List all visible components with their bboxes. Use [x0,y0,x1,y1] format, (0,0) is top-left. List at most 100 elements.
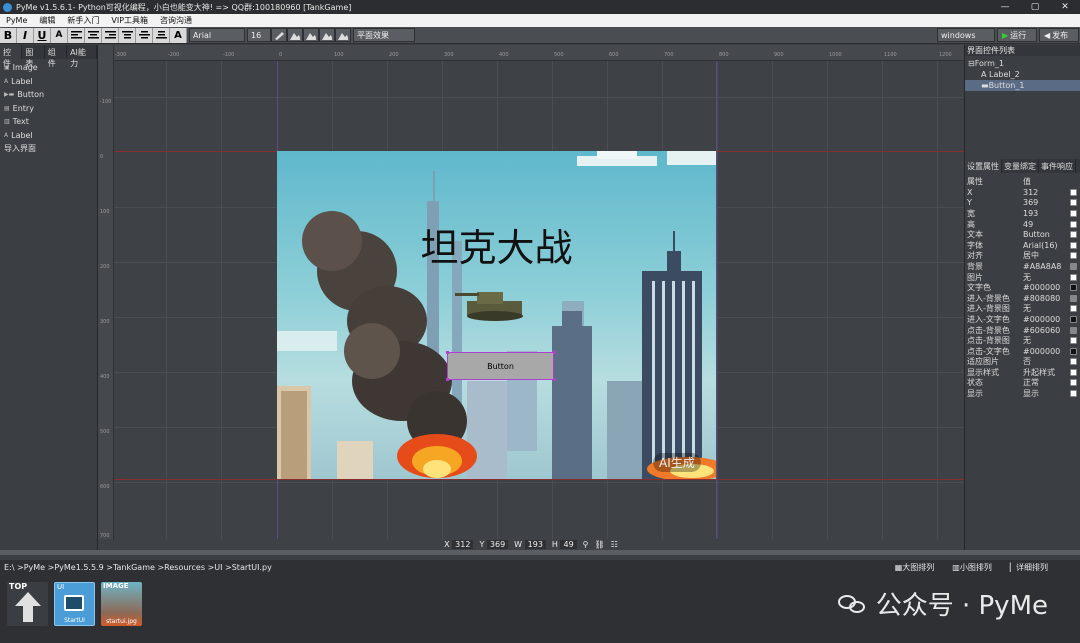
tab-charts[interactable]: 图表 [22,45,45,68]
edit-icon[interactable] [1070,231,1077,239]
color-swatch-icon[interactable] [1070,284,1077,292]
color-swatch-icon[interactable] [1070,347,1077,355]
property-row[interactable]: 高 49 [965,219,1080,230]
property-row[interactable]: 进入-文字色 #000000 [965,314,1080,325]
resize-handle[interactable] [553,351,556,354]
dropdown-icon[interactable] [1070,252,1077,260]
add-icon[interactable] [1070,305,1077,313]
publish-button[interactable]: ◀ 发布 [1039,28,1079,42]
menu-vip-tools[interactable]: VIP工具箱 [105,15,154,26]
property-row[interactable]: 点击-背景色 #606060 [965,325,1080,336]
property-row[interactable]: 背景 #A8A8A8 [965,261,1080,272]
property-row[interactable]: Y 369 [965,198,1080,209]
file-item-startui[interactable]: UI StartUI [54,582,95,626]
breadcrumb[interactable]: E:\ >PyMe >PyMe1.5.5.9 >TankGame >Resour… [4,563,272,572]
component-label[interactable]: A Label [0,75,97,89]
color-swatch-icon[interactable] [1070,294,1077,302]
tree-item-form[interactable]: ⊟Form_1 [965,58,1080,69]
stepper-icon[interactable] [1070,188,1077,196]
tab-controls[interactable]: 控件 [0,45,23,68]
color-swatch-icon[interactable] [1070,315,1077,323]
property-row[interactable]: 文本 Button [965,229,1080,240]
dropdown-icon[interactable] [1070,379,1077,387]
property-row[interactable]: 点击-背景图无 [965,335,1080,346]
run-button[interactable]: ▶ 运行 [997,28,1037,42]
dropdown-icon[interactable] [1070,390,1077,398]
import-ui-item[interactable]: 导入界面 [0,142,97,156]
text-style-icon[interactable]: A [170,27,187,43]
property-row[interactable]: 对齐 居中 [965,251,1080,262]
link-icon[interactable]: ⛓ [595,540,605,549]
small-icons-option[interactable]: ▥小图排列 [952,562,992,573]
platform-select[interactable]: windows [937,28,995,42]
font-color-button[interactable]: A [51,27,68,43]
resize-handle[interactable] [446,351,449,354]
property-row[interactable]: 进入-背景色 #808080 [965,293,1080,304]
menu-consult[interactable]: 咨询沟通 [154,15,198,26]
tree-item-button[interactable]: ▬Button_1 [965,80,1080,91]
align-right-icon[interactable] [102,27,119,43]
effect-select[interactable]: 平面效果 [353,28,415,42]
resize-handle[interactable] [446,378,449,381]
component-button[interactable]: ▶▬ Button [0,88,97,102]
stepper-icon[interactable] [1070,199,1077,207]
menu-getting-started[interactable]: 新手入门 [61,15,105,26]
property-row[interactable]: X 312 [965,187,1080,198]
property-row[interactable]: 状态 正常 [965,378,1080,389]
maximize-button[interactable]: ▢ [1020,2,1050,12]
stepper-icon[interactable] [1070,209,1077,217]
picture-disabled-icon[interactable] [335,28,351,42]
form-preview[interactable]: 坦克大战 Button AI生成 [277,151,716,479]
add-icon[interactable] [1070,337,1077,345]
picture-click-icon[interactable] [319,28,335,42]
design-canvas[interactable]: -300 -200 -100 0 100 200 300 400 500 600… [98,45,964,539]
tab-components[interactable]: 组件 [45,45,68,68]
underline-button[interactable]: U [34,27,51,43]
layout-icon[interactable]: ☷ [611,540,618,549]
align-top-icon[interactable] [119,27,136,43]
property-row[interactable]: 宽 193 [965,208,1080,219]
menu-edit[interactable]: 编辑 [33,15,61,26]
anchor-icon[interactable]: ⚲ [583,540,589,549]
start-button[interactable]: Button [447,352,554,380]
property-row[interactable]: 显示样式 升起样式 [965,367,1080,378]
color-swatch-icon[interactable] [1070,262,1077,270]
minimize-button[interactable]: — [990,2,1020,12]
dropdown-icon[interactable] [1070,368,1077,376]
property-row[interactable]: 适应图片否 [965,357,1080,368]
align-left-icon[interactable] [68,27,85,43]
stepper-icon[interactable] [1070,220,1077,228]
game-title-label[interactable]: 坦克大战 [277,217,716,272]
component-text[interactable]: ▥ Text [0,115,97,129]
tab-properties[interactable]: 设置属性 [965,159,1002,173]
resize-handle[interactable] [553,378,556,381]
component-label-2[interactable]: A Label [0,129,97,143]
dropdown-icon[interactable] [1070,241,1077,249]
tab-events[interactable]: 事件响应 [1039,159,1076,173]
menu-pyme[interactable]: PyMe [0,16,33,25]
property-row[interactable]: 字体 Arial(16) [965,240,1080,251]
close-button[interactable]: ✕ [1050,2,1080,12]
font-family-select[interactable]: Arial [189,28,245,42]
picture-enter-icon[interactable] [303,28,319,42]
dropdown-icon[interactable] [1070,358,1077,366]
add-icon[interactable] [1070,273,1077,281]
color-swatch-icon[interactable] [1070,326,1077,334]
file-item-image[interactable]: IMAGE startui.jpg [101,582,142,626]
property-row[interactable]: 进入-背景图无 [965,304,1080,315]
component-entry[interactable]: ▤ Entry [0,102,97,116]
property-row[interactable]: 点击-文字色 #000000 [965,346,1080,357]
align-bottom-icon[interactable] [153,27,170,43]
font-size-select[interactable]: 16 [247,28,271,42]
property-row[interactable]: 文字色 #000000 [965,282,1080,293]
collapse-icon[interactable]: ⊟ [968,59,975,68]
align-middle-icon[interactable] [136,27,153,43]
splitter[interactable] [0,550,1080,555]
property-row[interactable]: 显示 显示 [965,388,1080,399]
align-center-icon[interactable] [85,27,102,43]
file-item-top[interactable]: TOP [7,582,48,626]
tab-variable-binding[interactable]: 变量绑定 [1002,159,1039,173]
property-row[interactable]: 图片无 [965,272,1080,283]
tab-ai[interactable]: AI能力 [67,45,97,68]
large-icons-option[interactable]: ▦大图排列 [895,562,935,573]
